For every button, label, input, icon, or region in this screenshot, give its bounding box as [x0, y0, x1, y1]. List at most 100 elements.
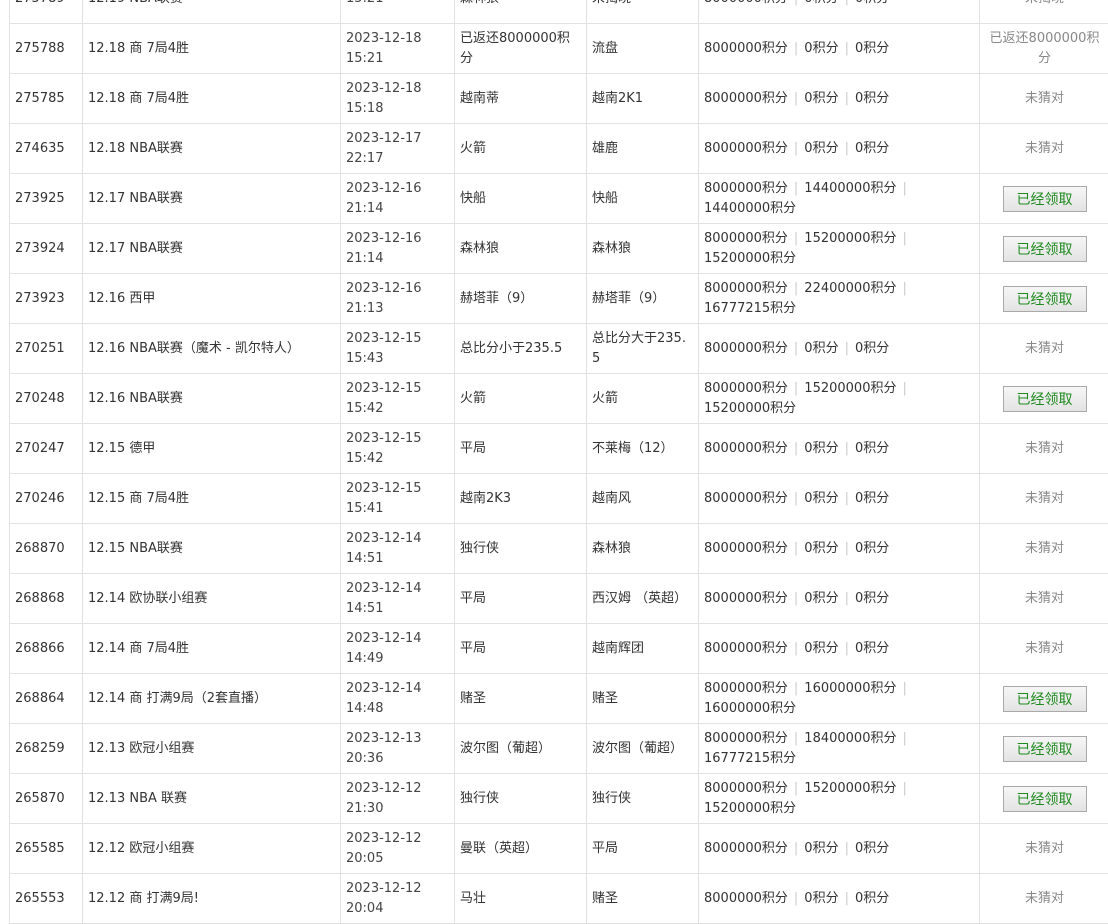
bet-date: 2023-12-14 — [346, 630, 422, 646]
bet-time: 15:21 — [340, 0, 455, 24]
separator: | — [844, 890, 849, 906]
event-name: 12.12 商 打满9局! — [82, 873, 341, 924]
claimed-button[interactable]: 已经领取 — [1002, 235, 1087, 262]
match-result: 森林狼 — [586, 223, 699, 274]
event-name: 12.14 商 7局4胜 — [82, 623, 341, 674]
match-result-text: 赌圣 — [592, 690, 619, 706]
stake-points: 8000000积分 — [704, 230, 788, 246]
stake-points: 8000000积分 — [704, 280, 788, 296]
points-cell: 8000000积分 | 0积分 | 0积分 — [698, 0, 980, 24]
bet-time: 2023-12-12 21:30 — [340, 773, 455, 824]
bet-date: 2023-12-14 — [346, 530, 422, 546]
bet-choice-text: 赌圣 — [460, 690, 487, 706]
bet-clock: 21:30 — [346, 800, 384, 816]
event-name: 12.18 商 7局4胜 — [82, 23, 341, 74]
event-name-text: 12.14 欧协联小组赛 — [88, 590, 208, 606]
records-table-body: 275789 12.19 NBA联赛 15:21 森林狼 未揭晓 8000000… — [9, 0, 1108, 924]
bet-choice-text: 曼联（英超） — [460, 840, 539, 856]
bet-date: 2023-12-16 — [346, 180, 422, 196]
bet-choice-text: 越南2K3 — [460, 490, 512, 506]
payout-points: 0积分 — [854, 40, 890, 56]
bet-choice-text: 赫塔菲（9） — [460, 290, 534, 306]
win-points: 0积分 — [804, 340, 839, 356]
points-cell: 8000000积分 | 0积分 | 0积分 — [698, 473, 980, 524]
bet-date: 2023-12-15 — [346, 330, 422, 346]
record-id: 273925 — [9, 173, 83, 224]
bet-time: 2023-12-15 15:43 — [340, 323, 455, 374]
bet-choice-text: 火箭 — [460, 390, 487, 406]
match-result-text: 赌圣 — [592, 890, 619, 906]
record-id-text: 270246 — [15, 490, 65, 506]
bet-time: 2023-12-17 22:17 — [340, 123, 455, 174]
points-cell: 8000000积分 | 0积分 | 0积分 — [698, 423, 980, 474]
separator: | — [845, 0, 849, 6]
event-name: 12.15 商 7局4胜 — [82, 473, 341, 524]
bet-clock: 14:48 — [346, 700, 384, 716]
match-result: 越南辉团 — [586, 623, 699, 674]
stake-points: 8000000积分 — [704, 890, 788, 906]
record-id-text: 275788 — [15, 40, 65, 56]
table-row: 265553 12.12 商 打满9局! 2023-12-12 20:04 马壮 … — [9, 873, 1108, 924]
match-result: 未揭晓 — [586, 0, 699, 24]
bet-time: 2023-12-15 15:42 — [340, 373, 455, 424]
payout-points: 0积分 — [854, 490, 890, 506]
payout-points: 0积分 — [855, 0, 889, 6]
record-id: 274635 — [9, 123, 83, 174]
claimed-button[interactable]: 已经领取 — [1002, 735, 1087, 762]
win-points: 0积分 — [804, 40, 839, 56]
win-points: 0积分 — [804, 0, 838, 6]
bet-date: 2023-12-16 — [346, 280, 422, 296]
record-id: 275788 — [9, 23, 83, 74]
event-name-text: 12.14 商 7局4胜 — [88, 640, 190, 656]
bet-date: 2023-12-18 — [346, 30, 422, 46]
bet-clock: 14:49 — [346, 650, 384, 666]
bet-date: 2023-12-15 — [346, 480, 422, 496]
bet-choice: 马壮 — [454, 873, 587, 924]
claimed-button[interactable]: 已经领取 — [1002, 785, 1087, 812]
status-cell: 未猜对 — [979, 323, 1108, 374]
points-cell: 8000000积分 | 0积分 | 0积分 — [698, 323, 980, 374]
record-id-text: 265553 — [15, 890, 65, 906]
match-result-text: 独行侠 — [592, 790, 632, 806]
stake-points: 8000000积分 — [704, 730, 788, 746]
bet-choice-text: 马壮 — [460, 890, 487, 906]
status-cell: 已返还8000000积分 — [979, 23, 1108, 74]
match-result-text: 越南风 — [592, 490, 632, 506]
separator: | — [844, 440, 849, 456]
status-cell: 未猜对 — [979, 473, 1108, 524]
match-result: 不莱梅（12） — [586, 423, 699, 474]
record-id: 265585 — [9, 823, 83, 874]
bet-choice: 独行侠 — [454, 773, 587, 824]
claimed-button[interactable]: 已经领取 — [1002, 185, 1087, 212]
status-cell: 已经领取 — [979, 173, 1108, 224]
bet-choice-text: 独行侠 — [460, 540, 500, 556]
bet-time: 2023-12-12 20:04 — [340, 873, 455, 924]
bet-choice-text: 波尔图（葡超） — [460, 740, 552, 756]
claimed-button[interactable]: 已经领取 — [1002, 685, 1087, 712]
status-cell: 已经领取 — [979, 673, 1108, 724]
status-text: 未猜对 — [1024, 640, 1064, 656]
match-result-text: 不莱梅（12） — [592, 440, 674, 456]
bet-clock: 21:13 — [346, 300, 384, 316]
bet-date: 2023-12-18 — [346, 80, 422, 96]
table-row: 275788 12.18 商 7局4胜 2023-12-18 15:21 已返还8… — [9, 23, 1108, 74]
separator: | — [844, 140, 849, 156]
record-id-text: 275789 — [15, 0, 65, 6]
match-result: 波尔图（葡超） — [586, 723, 699, 774]
points-cell: 8000000积分 | 16000000积分 | 16000000积分 — [698, 673, 980, 724]
match-result: 独行侠 — [586, 773, 699, 824]
record-id-text: 265870 — [15, 790, 65, 806]
table-row: 273925 12.17 NBA联赛 2023-12-16 21:14 快船 快船… — [9, 173, 1108, 224]
bet-choice: 越南2K3 — [454, 473, 587, 524]
status-text: 未猜对 — [1024, 890, 1064, 906]
table-row: 275789 12.19 NBA联赛 15:21 森林狼 未揭晓 8000000… — [9, 0, 1108, 24]
event-name: 12.19 NBA联赛 — [82, 0, 341, 24]
win-points: 0积分 — [804, 590, 839, 606]
separator: | — [793, 780, 799, 796]
separator: | — [793, 490, 799, 506]
table-row: 268868 12.14 欧协联小组赛 2023-12-14 14:51 平局 西… — [9, 573, 1108, 624]
claimed-button[interactable]: 已经领取 — [1002, 385, 1087, 412]
match-result-text: 火箭 — [592, 390, 619, 406]
claimed-button[interactable]: 已经领取 — [1002, 285, 1087, 312]
record-id: 270248 — [9, 373, 83, 424]
